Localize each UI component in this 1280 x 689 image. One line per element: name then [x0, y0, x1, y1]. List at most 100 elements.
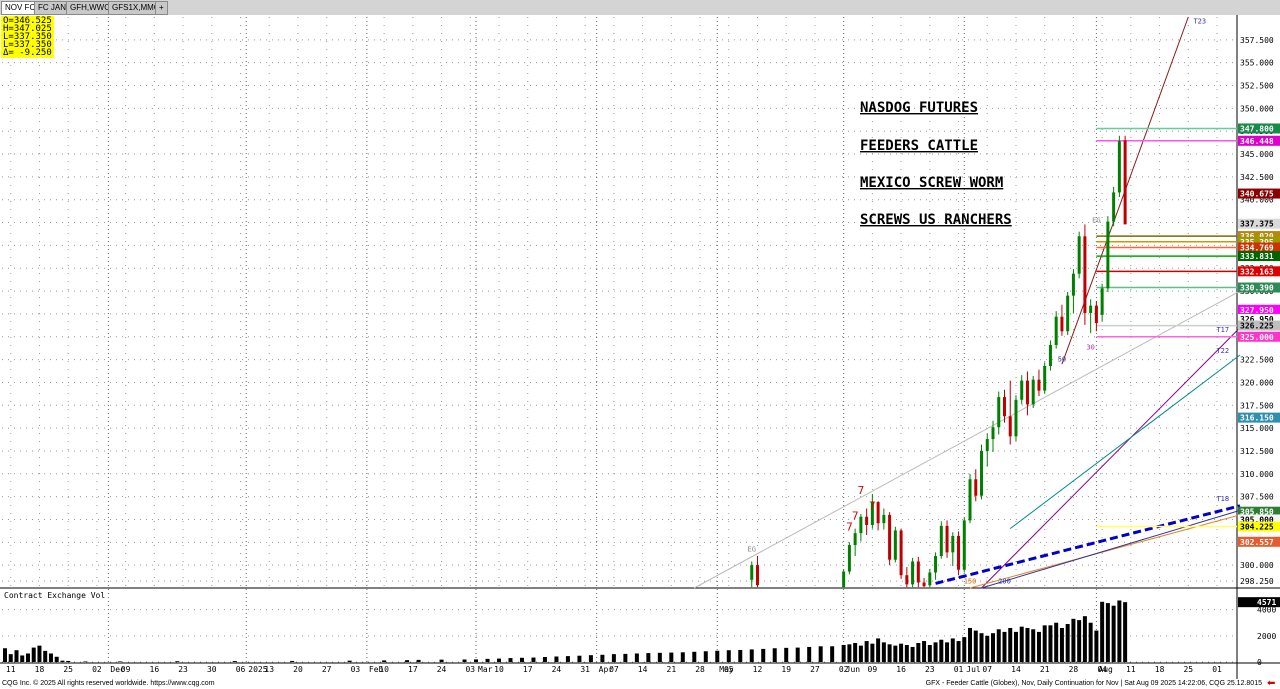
volume-bar — [761, 648, 766, 662]
volume-bar — [497, 658, 501, 662]
volume-bar — [48, 653, 53, 662]
level-label: 332.163 — [1240, 267, 1274, 276]
candle-body — [755, 565, 759, 586]
volume-label: Contract Exchange Vol — [4, 591, 105, 600]
volume-bar — [927, 644, 932, 662]
date-tick-label: 21 — [667, 665, 677, 674]
tab-gfh-wwc[interactable]: GFH,WWC — [66, 1, 114, 15]
volume-bar — [945, 642, 950, 662]
candle-body — [985, 439, 989, 451]
chart-marker: 7 — [858, 484, 865, 497]
level-label: 337.375 — [1240, 220, 1274, 229]
volume-bar — [1054, 622, 1059, 662]
price-tick-label: 355.000 — [1240, 59, 1274, 68]
volume-bar — [1042, 625, 1047, 662]
price-tick-label: 310.000 — [1240, 470, 1274, 479]
volume-bar — [1077, 620, 1082, 662]
candle-body — [922, 582, 926, 587]
candle-body — [859, 516, 863, 534]
volume-bar — [588, 655, 593, 662]
volume-bar — [382, 660, 387, 662]
volume-bar — [485, 658, 490, 662]
date-tick-label: 01 — [1212, 665, 1222, 674]
level-label: 302.557 — [1240, 538, 1274, 547]
volume-bar — [893, 645, 898, 662]
price-chart[interactable]: 357.500355.000352.500350.000347.500345.0… — [0, 15, 1280, 679]
date-tick-label: 24 — [552, 665, 562, 674]
volume-bar — [1071, 618, 1076, 662]
chart-marker: EG — [1092, 217, 1100, 225]
volume-bar — [1025, 627, 1030, 662]
date-tick-label: 23 — [178, 665, 188, 674]
volume-bar — [887, 644, 892, 662]
candle-body — [865, 516, 869, 525]
date-tick-label: 01 — [954, 665, 964, 674]
volume-bar — [1008, 627, 1013, 662]
chart-marker: 7 — [852, 509, 859, 522]
volume-bar — [1036, 631, 1041, 662]
chart-annotation: SCREWS US RANCHERS — [860, 212, 1012, 228]
tab-fc-jan[interactable]: FC JAN — [34, 1, 70, 15]
volume-bar — [623, 653, 628, 662]
volume-bar — [25, 653, 30, 662]
arrow-left-icon[interactable]: ⬅ — [1267, 679, 1277, 689]
volume-bar — [405, 660, 410, 662]
volume-bar — [899, 643, 904, 662]
volume-bar — [1123, 602, 1128, 662]
date-tick-label: 19 — [781, 665, 791, 674]
month-label: Mar — [478, 665, 493, 674]
chart-marker: 7 — [846, 520, 853, 533]
add-tab-button[interactable]: + — [155, 1, 168, 15]
price-tick-label: 357.500 — [1240, 36, 1274, 45]
volume-bar — [692, 651, 697, 662]
candle-body — [1094, 305, 1098, 324]
volume-bar — [795, 647, 800, 662]
volume-bar — [772, 648, 777, 662]
candle-body — [888, 514, 892, 560]
candle-body — [911, 561, 915, 585]
price-tick-label: 320.000 — [1240, 378, 1274, 387]
volume-bar — [1031, 629, 1036, 662]
candle-body — [1008, 416, 1012, 437]
volume-tick-label: 2000 — [1257, 632, 1276, 641]
volume-bar — [474, 659, 479, 662]
date-tick-label: 02 — [92, 665, 102, 674]
volume-bar — [1048, 625, 1053, 662]
volume-bar — [680, 652, 685, 662]
date-tick-label: 17 — [408, 665, 418, 674]
volume-bar — [519, 657, 524, 662]
volume-bar — [54, 656, 59, 662]
volume-bar — [1082, 616, 1087, 662]
volume-bar — [738, 649, 743, 662]
candle-body — [876, 502, 880, 524]
volume-bar — [1059, 627, 1064, 662]
candle-body — [882, 514, 886, 524]
month-label: Jul — [966, 665, 981, 674]
volume-bar — [853, 643, 858, 662]
volume-bar — [531, 657, 536, 662]
volume-bar — [669, 652, 674, 662]
candle-body — [991, 427, 995, 440]
date-tick-label: 27 — [810, 665, 820, 674]
volume-bar — [3, 648, 7, 662]
price-tick-label: 345.000 — [1240, 150, 1274, 159]
candle-body — [962, 520, 966, 570]
volume-bar — [554, 656, 559, 662]
date-tick-label: 06 — [236, 665, 246, 674]
volume-bar — [1094, 630, 1099, 662]
candle-body — [1123, 140, 1127, 225]
candle-body — [1066, 295, 1070, 332]
volume-bar — [726, 650, 731, 662]
volume-bar — [996, 629, 1001, 662]
candle-body — [997, 397, 1001, 428]
date-tick-label: 16 — [150, 665, 160, 674]
date-tick-label: 14 — [1011, 665, 1021, 674]
date-tick-label: 23 — [925, 665, 935, 674]
candle-body — [842, 571, 846, 588]
candle-body — [750, 565, 754, 580]
candle-body — [1117, 141, 1121, 193]
date-tick-label: 21 — [1040, 665, 1050, 674]
volume-bar — [290, 660, 295, 662]
footer-copyright: CQG Inc. © 2025 All rights reserved worl… — [2, 680, 215, 687]
date-tick-label: 30 — [207, 665, 217, 674]
